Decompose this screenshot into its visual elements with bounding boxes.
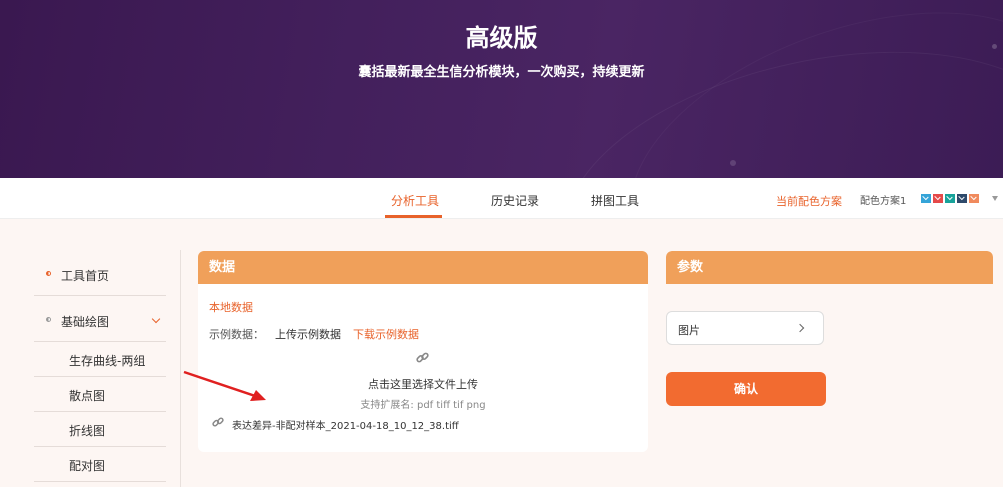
sidebar-item-scatter[interactable]: 散点图 [34, 377, 166, 412]
param-panel: 参数 图片 确认 [666, 251, 993, 487]
sidebar-item-label: 工具首页 [61, 269, 110, 283]
sidebar-item-basic-plot[interactable]: 基础绘图 [34, 296, 166, 342]
color-swatches[interactable] [921, 194, 979, 203]
image-select[interactable]: 图片 [666, 311, 824, 345]
chevron-right-icon [795, 323, 805, 333]
sidebar-item-label: 散点图 [69, 389, 106, 403]
sidebar-item-tools-home[interactable]: 工具首页 [34, 250, 166, 296]
attachment-link-icon [212, 416, 224, 431]
active-tab-indicator [385, 215, 442, 218]
confirm-button[interactable]: 确认 [666, 372, 826, 406]
banner-subtitle: 囊括最新最全生信分析模块，一次购买，持续更新 [358, 65, 645, 80]
color-swatch[interactable] [933, 194, 943, 203]
red-arrow-annotation [183, 370, 266, 401]
download-example-link[interactable]: 下载示例数据 [353, 326, 419, 342]
banner: 高级版 囊括最新最全生信分析模块，一次购买，持续更新 [0, 0, 1003, 178]
sidebar-item-line-chart[interactable]: 折线图 [34, 412, 166, 447]
local-data-tab[interactable]: 本地数据 [209, 299, 253, 315]
tab-analysis-tools[interactable]: 分析工具 [391, 192, 439, 209]
banner-title: 高级版 [465, 24, 538, 52]
tab-history[interactable]: 历史记录 [491, 192, 539, 209]
bullet-icon [46, 271, 51, 276]
dropdown-arrow-icon[interactable] [992, 196, 998, 201]
param-panel-title: 参数 [666, 251, 993, 284]
link-icon[interactable] [416, 351, 429, 367]
data-panel-title: 数据 [198, 251, 648, 284]
sidebar-item-label: 生存曲线-两组 [69, 354, 146, 368]
color-swatch[interactable] [945, 194, 955, 203]
banner-dot [730, 160, 736, 166]
bullet-icon [46, 317, 51, 322]
sidebar-item-survival-curve[interactable]: 生存曲线-两组 [34, 342, 166, 377]
sidebar-item-paired-plot[interactable]: 配对图 [34, 447, 166, 482]
color-scheme-label: 当前配色方案 [776, 195, 842, 208]
color-swatch[interactable] [969, 194, 979, 203]
chevron-down-icon [151, 314, 161, 324]
upload-example-link[interactable]: 上传示例数据 [275, 326, 341, 342]
tab-puzzle-tool[interactable]: 拼图工具 [591, 192, 639, 209]
color-scheme-select[interactable]: 配色方案1 [860, 192, 906, 207]
sidebar-item-label: 基础绘图 [61, 315, 110, 329]
example-data-label: 示例数据： [209, 328, 264, 341]
data-panel: 数据 本地数据 示例数据： 上传示例数据 下载示例数据 点击这里选择文件上传 支… [198, 251, 648, 452]
sidebar-item-label: 折线图 [69, 424, 106, 438]
image-select-label: 图片 [678, 324, 700, 337]
tab-bar: 分析工具 历史记录 拼图工具 当前配色方案 配色方案1 [0, 178, 1003, 219]
uploaded-file-name[interactable]: 表达差异-非配对样本_2021-04-18_10_12_38.tiff [232, 417, 459, 432]
color-swatch[interactable] [957, 194, 967, 203]
color-swatch[interactable] [921, 194, 931, 203]
sidebar-item-label: 配对图 [69, 459, 106, 473]
